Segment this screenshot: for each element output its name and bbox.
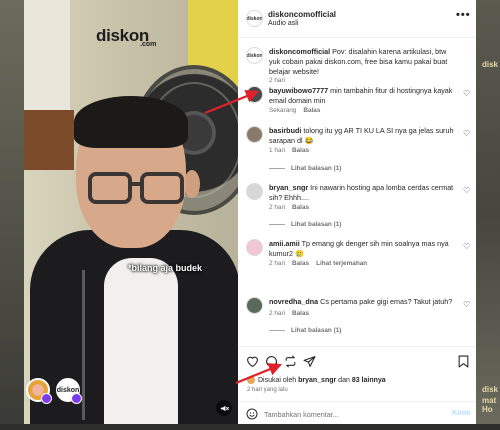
author-avatar[interactable]: diskon — [246, 10, 263, 27]
translate-button[interactable]: Lihat terjemahan — [316, 260, 367, 267]
view-replies-label: Lihat balasan (1) — [291, 327, 342, 334]
video-person-zip — [82, 270, 85, 420]
comment-username[interactable]: basirbudi — [269, 126, 301, 135]
background-label: disk — [482, 385, 499, 394]
like-comment-heart-icon[interactable]: ♡ — [463, 89, 470, 98]
post-actions: Disukai oleh bryan_sngr dan 83 lainnya 2… — [238, 346, 476, 424]
commenter-avatar[interactable] — [246, 126, 263, 143]
liked-by-others[interactable]: 83 lainnya — [352, 377, 386, 384]
likes-summary: Disukai oleh bryan_sngr dan 83 lainnya — [247, 376, 386, 384]
emoji-icon[interactable] — [246, 408, 258, 420]
comment-time: 2 hari — [269, 260, 285, 267]
comment-time: 2 hari — [269, 310, 285, 317]
comment-time: 1 hari — [269, 147, 285, 154]
like-comment-heart-icon[interactable]: ♡ — [463, 186, 470, 195]
caption-time: 2 hari — [269, 77, 285, 84]
more-options-icon[interactable]: ••• — [456, 9, 471, 21]
comment-text: novredha_dna Cs pertama pake gigi emas? … — [269, 297, 459, 307]
post-time: 2 hari yang lalu — [247, 387, 288, 393]
collab-badge-icon — [41, 393, 52, 404]
video-person-ear — [184, 170, 200, 198]
reply-button[interactable]: Balas — [292, 260, 309, 267]
like-heart-icon[interactable] — [245, 354, 259, 368]
comment-meta: Sekarang Balas — [269, 107, 327, 114]
audio-link[interactable]: Audio asli — [268, 20, 298, 27]
view-replies-label: Lihat balasan (1) — [291, 165, 342, 172]
share-send-icon[interactable] — [302, 354, 316, 368]
comment-text: bayuwibowo7777 min tambahin fitur di hos… — [269, 86, 459, 106]
commenter-avatar[interactable] — [246, 183, 263, 200]
caption-meta: 2 hari — [269, 77, 292, 84]
background-label: mat Ho — [482, 396, 497, 414]
like-comment-heart-icon[interactable]: ♡ — [463, 129, 470, 138]
author-avatar-text: diskon — [246, 52, 263, 59]
liked-by-mid: dan — [338, 376, 350, 384]
comment-time: 2 hari — [269, 204, 285, 211]
background-page-left — [0, 0, 24, 430]
reply-button[interactable]: Balas — [292, 147, 309, 154]
liked-by-prefix: Disukai oleh — [258, 376, 297, 384]
author-username[interactable]: diskoncomofficial — [268, 10, 336, 19]
comment-username[interactable]: bryan_sngr — [269, 183, 308, 192]
video-glasses-bridge — [130, 182, 142, 186]
view-replies-button[interactable]: Lihat balasan (1) — [269, 165, 341, 172]
video-door — [24, 0, 70, 110]
reply-button[interactable]: Balas — [292, 310, 309, 317]
background-label: disk — [482, 60, 499, 69]
collab-badge-icon — [71, 393, 82, 404]
commenter-avatar[interactable] — [246, 86, 263, 103]
view-replies-button[interactable]: Lihat balasan (1) — [269, 221, 341, 228]
comment-time: Sekarang — [269, 107, 297, 114]
comment-meta: 2 hari Balas — [269, 204, 316, 211]
liked-by-user[interactable]: bryan_sngr — [298, 377, 336, 384]
comments-list[interactable]: diskon diskoncomofficial Pov: disalahin … — [238, 38, 476, 346]
reply-button[interactable]: Balas — [303, 107, 320, 114]
caption-text: diskoncomofficial Pov: disalahin karena … — [269, 47, 459, 77]
comment-username[interactable]: novredha_dna — [269, 297, 318, 306]
comment-text: basirbudi tolong itu yg AR TI KU LA SI n… — [269, 126, 459, 146]
replies-divider-line — [269, 223, 285, 225]
comment-text: amii.amii Tp emang gk denger sih min soa… — [269, 239, 459, 259]
commenter-avatar[interactable] — [246, 239, 263, 256]
repost-icon[interactable] — [283, 354, 297, 368]
like-comment-heart-icon[interactable]: ♡ — [463, 300, 470, 309]
view-replies-label: Lihat balasan (1) — [291, 221, 342, 228]
comment-body: Cs pertama pake gigi emas? Takut jatuh? — [320, 297, 453, 306]
comment-text: bryan_sngr Ini nawarin hosting apa lomba… — [269, 183, 459, 203]
comment-input[interactable] — [264, 407, 444, 421]
author-avatar[interactable]: diskon — [246, 47, 263, 64]
video-glasses-left — [88, 172, 132, 204]
video-glasses-right — [140, 172, 184, 204]
reply-button[interactable]: Balas — [292, 204, 309, 211]
mute-button[interactable] — [216, 400, 232, 416]
add-comment-bar: Kirim — [238, 401, 476, 425]
bookmark-icon[interactable] — [456, 354, 470, 368]
video-brand-suffix: .com — [140, 41, 157, 48]
author-avatar-text: diskon — [246, 15, 263, 22]
caption-username[interactable]: diskoncomofficial — [269, 47, 330, 56]
post-header: diskon diskoncomofficial Audio asli ••• — [238, 0, 476, 38]
video-person-shirt — [104, 258, 178, 424]
like-comment-heart-icon[interactable]: ♡ — [463, 242, 470, 251]
video-desk — [24, 110, 74, 170]
video-person-hair — [74, 96, 188, 148]
liker-avatar — [247, 376, 255, 384]
replies-divider-line — [269, 167, 285, 169]
speaker-muted-icon — [220, 405, 229, 411]
post-panel: diskon diskoncomofficial Audio asli ••• … — [238, 0, 476, 424]
video-caption: *bilang aja budek — [128, 263, 203, 273]
replies-divider-line — [269, 329, 285, 331]
post-comment-button[interactable]: Kirim — [452, 408, 470, 417]
comment-meta: 2 hari Balas — [269, 310, 316, 317]
view-replies-button[interactable]: Lihat balasan (1) — [269, 327, 341, 334]
comment-bubble-icon[interactable] — [264, 354, 278, 368]
reel-video[interactable]: diskon .com *bilang aja budek diskon — [24, 0, 238, 424]
comment-username[interactable]: bayuwibowo7777 — [269, 86, 328, 95]
comment-meta: 1 hari Balas — [269, 147, 316, 154]
commenter-avatar[interactable] — [246, 297, 263, 314]
comment-username[interactable]: amii.amii — [269, 239, 300, 248]
comment-meta: 2 hari Balas Lihat terjemahan — [269, 260, 374, 267]
